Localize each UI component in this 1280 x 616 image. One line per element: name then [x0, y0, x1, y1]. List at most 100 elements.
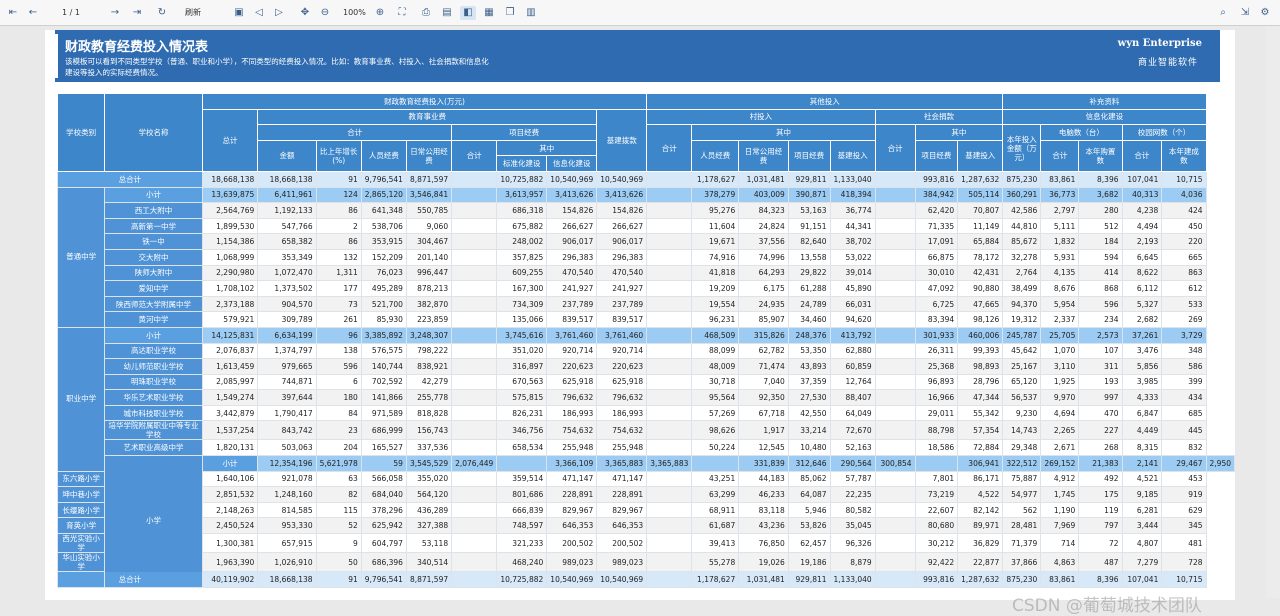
- table-cell: 83,861: [1040, 571, 1080, 588]
- move-icon[interactable]: ✥: [298, 6, 312, 20]
- table-cell: [646, 439, 693, 457]
- table-cell: 657,915: [257, 533, 317, 554]
- table-cell: 86,171: [957, 470, 1004, 488]
- table-cell: 53,163: [787, 202, 831, 219]
- book-icon[interactable]: ❐: [503, 6, 517, 20]
- table-cell: [874, 571, 916, 588]
- page-indicator[interactable]: 1 / 1: [62, 6, 80, 20]
- last-page-icon[interactable]: ⇥: [130, 6, 144, 20]
- table-cell: 3,545,529: [405, 455, 453, 472]
- table-cell: 1,311: [315, 264, 362, 282]
- table-cell: 186,993: [546, 404, 598, 422]
- table-cell: 2: [315, 217, 362, 235]
- table-cell: 512: [1078, 217, 1123, 235]
- table-cell: 9,796,541: [360, 571, 407, 588]
- zoom-out-icon[interactable]: ⊖: [318, 6, 332, 20]
- table-cell: 839,517: [596, 311, 648, 328]
- table-cell: 920,714: [546, 342, 598, 360]
- search-icon[interactable]: ⌕: [1216, 6, 1230, 20]
- table-cell: 2,851,532: [201, 486, 259, 503]
- image-icon[interactable]: ▤: [440, 6, 454, 20]
- table-cell: 61,288: [787, 280, 831, 297]
- table-cell: 74,996: [738, 248, 789, 266]
- table-cell: 245,787: [1002, 326, 1042, 344]
- table-cell: 39,014: [829, 264, 876, 282]
- table-cell: 66,031: [829, 295, 876, 313]
- table-cell: 666,839: [496, 501, 548, 519]
- table-cell: 107: [1078, 342, 1123, 360]
- fit-icon[interactable]: ⛶: [395, 6, 409, 20]
- table-cell: 4,912: [1040, 470, 1080, 488]
- header-d-project: 项目经费: [914, 139, 959, 172]
- table-cell: 80,680: [914, 517, 959, 535]
- table-cell: 468,509: [691, 326, 740, 344]
- first-page-icon[interactable]: ⇤: [6, 6, 20, 20]
- zoom-in-icon[interactable]: ⊕: [373, 6, 387, 20]
- table-cell: 62,782: [738, 342, 789, 360]
- table-cell: 3,444: [1121, 517, 1163, 535]
- table-cell: 843,742: [257, 420, 317, 441]
- watermark: CSDN @葡萄城技术团队: [1012, 596, 1202, 616]
- refresh-icon[interactable]: ↻: [155, 6, 169, 20]
- table-row: 华山实验小学 1,963,390 1,026,910 50 686,396 340,514…: [56, 552, 1235, 573]
- school-name: 铁一中: [104, 233, 203, 250]
- header-personnel: 人员经费: [360, 139, 407, 172]
- copy-icon[interactable]: ▣: [232, 6, 246, 20]
- export-icon[interactable]: ▦: [482, 6, 496, 20]
- table-cell: 424: [1161, 202, 1207, 219]
- next-icon[interactable]: ▷: [272, 6, 286, 20]
- prev-page-icon[interactable]: ←: [26, 6, 40, 20]
- table-cell: 72,670: [829, 420, 876, 441]
- table-cell: 44,183: [738, 470, 789, 488]
- table-cell: [451, 517, 498, 535]
- table-cell: 839,517: [546, 311, 598, 328]
- table-cell: 280: [1078, 202, 1123, 219]
- table-cell: 94,370: [1002, 295, 1042, 313]
- next-page-icon[interactable]: →: [108, 6, 122, 20]
- table-cell: 96: [315, 326, 362, 344]
- table-cell: 397,644: [257, 389, 317, 406]
- table-cell: 47,344: [957, 389, 1004, 406]
- table-cell: 9,185: [1121, 486, 1163, 503]
- header-year-input: 本年投入金额（万元）: [1002, 124, 1042, 172]
- table-cell: 2,797: [1040, 202, 1080, 219]
- vertical-scrollbar[interactable]: [1266, 26, 1280, 598]
- table-cell: 3,442,879: [201, 404, 259, 422]
- table-cell: [874, 470, 916, 488]
- table-cell: 201,140: [405, 248, 453, 266]
- table-cell: 8,676: [1040, 280, 1080, 297]
- layout-icon[interactable]: ◧: [460, 6, 476, 20]
- table-cell: 29,467: [1161, 455, 1207, 472]
- table-cell: 487: [1078, 552, 1123, 573]
- header-computers: 电脑数（台）: [1040, 124, 1123, 141]
- table-cell: 2,764: [1002, 264, 1042, 282]
- table-cell: 18,668,138: [257, 571, 317, 588]
- table-cell: 337,536: [405, 439, 453, 457]
- table-cell: 604,797: [360, 533, 407, 554]
- table-cell: 83,861: [1040, 170, 1080, 188]
- table-cell: [646, 571, 693, 588]
- header-public: 日常公用经费: [405, 139, 453, 172]
- table-cell: 403,009: [738, 186, 789, 204]
- print-icon[interactable]: ⎙: [419, 6, 433, 20]
- table-cell: 156,743: [405, 420, 453, 441]
- zoom-level[interactable]: 100%: [343, 6, 366, 20]
- table-cell: [691, 455, 740, 472]
- refresh-button[interactable]: 刷新: [185, 6, 201, 20]
- table-cell: [646, 552, 693, 573]
- table-cell: 16,966: [914, 389, 959, 406]
- settings-icon[interactable]: ⚙: [1258, 6, 1272, 20]
- table-cell: 1,300,381: [201, 533, 259, 554]
- table-cell: 19,186: [787, 552, 831, 573]
- exit-icon[interactable]: ⇲: [1238, 6, 1252, 20]
- header-total: 总计: [201, 108, 259, 172]
- table-cell: 86: [315, 233, 362, 250]
- table-cell: 1,068,999: [201, 248, 259, 266]
- table-cell: 82: [315, 486, 362, 503]
- prev-icon[interactable]: ◁: [252, 6, 266, 20]
- table-cell: 99,393: [957, 342, 1004, 360]
- table-header: 学校类别 学校名称 财政教育经费投入(万元) 其他投入 补充资料 总计 教育事业…: [56, 93, 1235, 172]
- page-icon[interactable]: ▥: [524, 6, 538, 20]
- table-cell: 17,091: [914, 233, 959, 250]
- table-cell: [451, 202, 498, 219]
